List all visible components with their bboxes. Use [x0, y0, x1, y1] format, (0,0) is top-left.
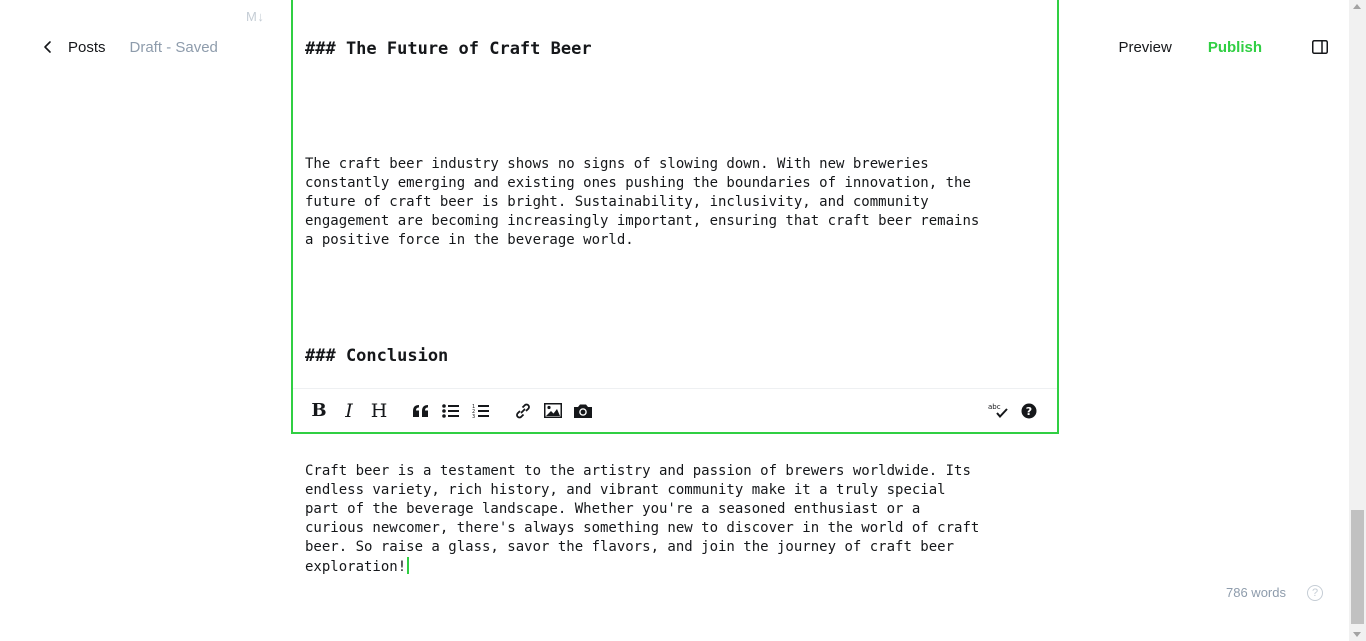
paragraph-conclusion: Craft beer is a testament to the artistr… [305, 462, 1045, 577]
link-button[interactable] [508, 396, 538, 426]
spellcheck-button[interactable]: abc [984, 396, 1014, 426]
toolbar-right-group: abc ? [984, 396, 1044, 426]
ordered-list-button[interactable]: 1 2 3 [466, 396, 496, 426]
text-cursor [407, 557, 410, 574]
help-icon: ? [1021, 403, 1037, 418]
back-label: Posts [68, 38, 106, 56]
sidebar-toggle-icon [1312, 40, 1328, 54]
chevron-left-icon [44, 41, 51, 53]
help-button[interactable]: ? [1014, 396, 1044, 426]
heading-button[interactable]: H [364, 396, 394, 426]
link-icon [516, 403, 530, 418]
image-button[interactable] [538, 396, 568, 426]
scroll-up-arrow-icon[interactable] [1353, 4, 1361, 9]
svg-text:3: 3 [472, 414, 475, 419]
scroll-thumb[interactable] [1351, 510, 1364, 624]
editor-content[interactable]: ### The Future of Craft Beer The craft b… [305, 0, 1045, 615]
quote-button[interactable] [406, 396, 436, 426]
camera-button[interactable] [568, 396, 598, 426]
header-right: Preview Publish [1118, 36, 1330, 58]
image-icon [544, 403, 562, 418]
spellcheck-icon: abc [988, 403, 1008, 418]
preview-button[interactable]: Preview [1118, 39, 1171, 56]
scroll-down-arrow-icon[interactable] [1353, 632, 1361, 637]
markdown-icon: M↓ [246, 9, 265, 24]
unordered-list-icon [442, 403, 459, 418]
header-left: Posts Draft - Saved [40, 36, 218, 58]
paragraph-future: The craft beer industry shows no signs o… [305, 156, 980, 248]
spellcheck-text: abc [988, 403, 1001, 411]
italic-button[interactable]: I [334, 396, 364, 426]
editor-toolbar: B I H 1 2 3 abc ? [293, 388, 1057, 432]
ordered-list-icon: 1 2 3 [472, 404, 489, 419]
markdown-editor[interactable]: ### The Future of Craft Beer The craft b… [291, 0, 1059, 575]
back-to-posts-link[interactable]: Posts [40, 39, 106, 56]
save-status: Draft - Saved [129, 38, 218, 56]
bold-button[interactable]: B [304, 396, 334, 426]
word-count: 786 words [1226, 585, 1286, 600]
help-circle-icon[interactable]: ? [1307, 585, 1323, 601]
paragraph-conclusion-text: Craft beer is a testament to the artistr… [305, 463, 980, 575]
publish-button[interactable]: Publish [1208, 39, 1262, 56]
camera-icon [574, 404, 592, 418]
quote-icon [413, 404, 428, 417]
heading-conclusion: ### Conclusion [305, 346, 449, 366]
unordered-list-button[interactable] [436, 396, 466, 426]
sidebar-toggle-button[interactable] [1312, 39, 1330, 55]
vertical-scrollbar[interactable] [1349, 0, 1366, 641]
heading-future: ### The Future of Craft Beer [305, 39, 592, 59]
help-glyph: ? [1026, 405, 1032, 418]
